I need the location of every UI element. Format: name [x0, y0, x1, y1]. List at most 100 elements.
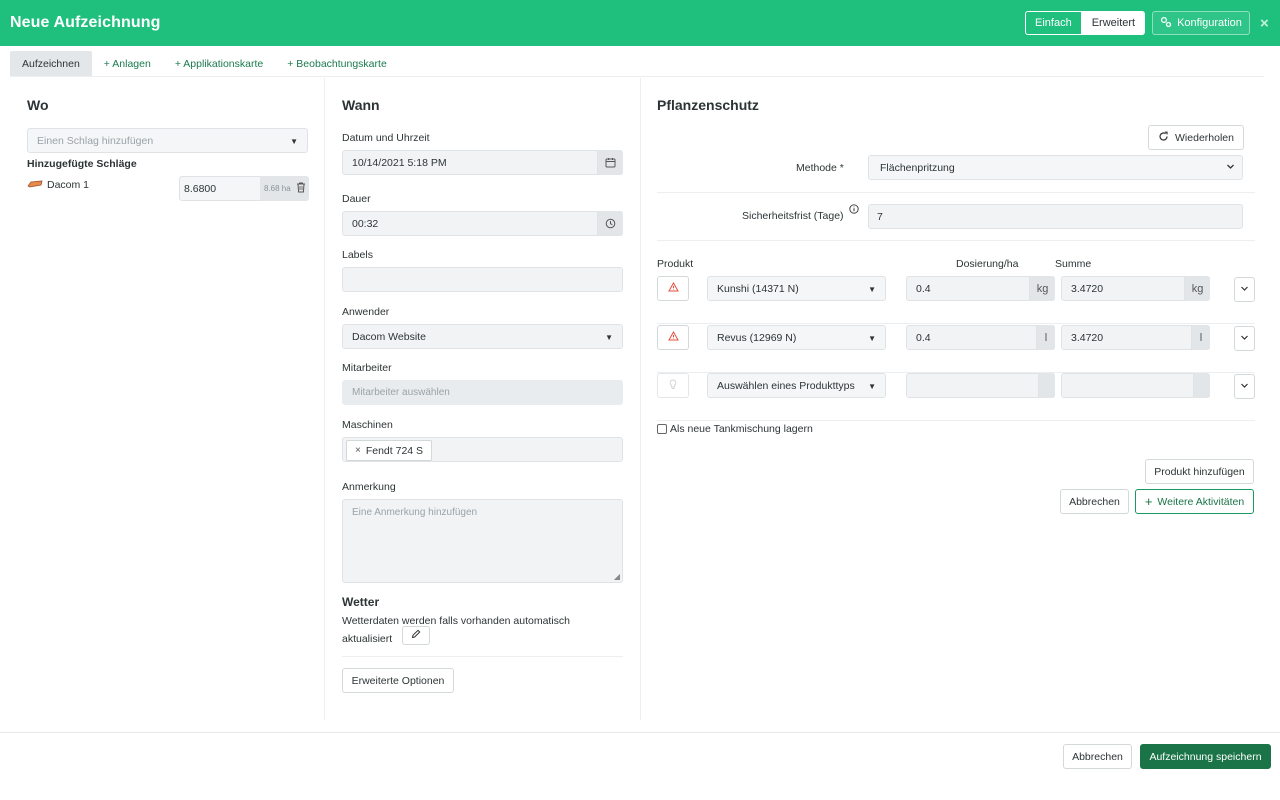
- tab-observation-map[interactable]: + Beobachtungskarte: [275, 51, 399, 77]
- applicant-label: Anwender: [342, 306, 390, 318]
- weather-divider: [342, 656, 623, 657]
- mode-advanced-button[interactable]: Erweitert: [1081, 11, 1146, 35]
- where-column: Wo Einen Schlag hinzufügen ▼ Hinzugefügt…: [10, 78, 325, 720]
- product-row: Kunshi (14371 N) ▼ 0.4 kg 3.4720 kg: [657, 276, 1255, 324]
- machine-chip-label: Fendt 724 S: [365, 444, 424, 457]
- info-icon[interactable]: [849, 204, 859, 217]
- page-title: Neue Aufzeichnung: [10, 14, 161, 31]
- gears-icon: [1160, 16, 1172, 31]
- staff-select[interactable]: Mitarbeiter auswählen: [342, 380, 623, 405]
- product-warning-button[interactable]: [657, 325, 689, 350]
- col-product-header: Produkt: [657, 258, 694, 270]
- dose-input[interactable]: 0.4 kg: [906, 276, 1055, 301]
- close-icon[interactable]: ×: [1260, 15, 1269, 32]
- field-area-unit-addon: 8.68 ha: [260, 176, 309, 201]
- cancel-activity-button[interactable]: Abbrechen: [1060, 489, 1129, 514]
- duration-input[interactable]: 00:32: [342, 211, 623, 236]
- sum-unit: l: [1191, 325, 1210, 350]
- note-placeholder: Eine Anmerkung hinzufügen: [352, 507, 478, 518]
- product-select[interactable]: Auswählen eines Produkttyps ▼: [707, 373, 886, 398]
- tab-application-map[interactable]: + Applikationskarte: [163, 51, 275, 77]
- weather-title: Wetter: [342, 595, 380, 609]
- product-select[interactable]: Kunshi (14371 N) ▼: [707, 276, 886, 301]
- tab-attachments[interactable]: + Anlagen: [92, 51, 163, 77]
- safety-divider: [657, 240, 1255, 241]
- row-expand-button[interactable]: [1234, 326, 1255, 351]
- machine-chip: × Fendt 724 S: [346, 440, 433, 461]
- product-hint-button[interactable]: [657, 373, 689, 398]
- add-product-button[interactable]: Produkt hinzufügen: [1145, 459, 1254, 484]
- added-fields-label: Hinzugefügte Schläge: [27, 158, 137, 170]
- mode-simple-button[interactable]: Einfach: [1025, 11, 1082, 35]
- sum-unit: kg: [1184, 276, 1210, 301]
- applicant-select[interactable]: Dacom Website ▼: [342, 324, 623, 349]
- machines-label: Maschinen: [342, 419, 393, 431]
- more-activities-button[interactable]: + Weitere Aktivitäten: [1135, 489, 1254, 514]
- mode-toggle: Einfach Erweitert: [1025, 11, 1146, 35]
- field-shape-icon: [27, 179, 43, 191]
- note-textarea[interactable]: Eine Anmerkung hinzufügen ◢: [342, 499, 623, 583]
- duration-label: Dauer: [342, 193, 371, 205]
- product-name: Revus (12969 N): [717, 331, 797, 344]
- tab-divider: [10, 76, 1264, 77]
- warning-icon: [667, 330, 679, 344]
- advanced-options-button[interactable]: Erweiterte Optionen: [342, 668, 454, 693]
- datetime-input[interactable]: 10/14/2021 5:18 PM: [342, 150, 623, 175]
- sum-value: 3.4720: [1071, 282, 1104, 295]
- chevron-down-icon: [1240, 284, 1249, 296]
- chevron-down-icon: [1240, 381, 1249, 393]
- field-select-placeholder: Einen Schlag hinzufügen: [37, 134, 154, 147]
- col-sum-header: Summe: [1055, 258, 1092, 270]
- machines-select[interactable]: × Fendt 724 S: [342, 437, 623, 462]
- tank-mix-checkbox[interactable]: [657, 424, 667, 434]
- cancel-button[interactable]: Abbrechen: [1063, 744, 1132, 769]
- sum-input[interactable]: [1061, 373, 1210, 398]
- calendar-icon[interactable]: [597, 150, 623, 175]
- sum-input[interactable]: 3.4720 l: [1061, 325, 1210, 350]
- where-title: Wo: [27, 97, 49, 113]
- row-expand-button[interactable]: [1234, 277, 1255, 302]
- weather-edit-button[interactable]: [402, 626, 430, 645]
- row-expand-button[interactable]: [1234, 374, 1255, 399]
- trash-icon[interactable]: [296, 182, 306, 195]
- when-title: Wann: [342, 97, 380, 113]
- field-area-input[interactable]: 8.6800 8.68 ha: [179, 176, 309, 201]
- dose-unit: [1038, 373, 1055, 398]
- method-value: Flächenpritzung: [880, 161, 955, 174]
- weather-text: Wetterdaten werden falls vorhanden autom…: [342, 615, 571, 645]
- sum-input[interactable]: 3.4720 kg: [1061, 276, 1210, 301]
- dose-unit: l: [1036, 325, 1055, 350]
- dose-unit: kg: [1029, 276, 1055, 301]
- product-row: Revus (12969 N) ▼ 0.4 l 3.4720 l: [657, 325, 1255, 373]
- dose-input[interactable]: 0.4 l: [906, 325, 1055, 350]
- product-select[interactable]: Revus (12969 N) ▼: [707, 325, 886, 350]
- save-record-button[interactable]: Aufzeichnung speichern: [1140, 744, 1271, 769]
- resize-handle-icon[interactable]: ◢: [614, 572, 620, 581]
- method-label: Methode *: [796, 162, 844, 174]
- clock-icon[interactable]: [597, 211, 623, 236]
- labels-input[interactable]: [342, 267, 623, 292]
- method-divider: [657, 192, 1255, 193]
- dose-value: 0.4: [916, 282, 931, 295]
- product-row: Auswählen eines Produkttyps ▼: [657, 373, 1255, 421]
- repeat-button[interactable]: Wiederholen: [1148, 125, 1244, 150]
- dose-input[interactable]: [906, 373, 1055, 398]
- tab-record[interactable]: Aufzeichnen: [10, 51, 92, 77]
- lightbulb-icon: [669, 379, 677, 393]
- field-area-value: 8.6800: [184, 182, 217, 195]
- chip-remove-icon[interactable]: ×: [355, 445, 361, 456]
- safety-period-input[interactable]: 7: [868, 204, 1243, 229]
- product-warning-button[interactable]: [657, 276, 689, 301]
- sum-value: 3.4720: [1071, 331, 1104, 344]
- more-activities-label: Weitere Aktivitäten: [1157, 495, 1245, 508]
- tank-mix-option[interactable]: Als neue Tankmischung lagern: [657, 423, 813, 435]
- datetime-label: Datum und Uhrzeit: [342, 132, 430, 144]
- method-select[interactable]: Flächenpritzung: [868, 155, 1243, 180]
- note-label: Anmerkung: [342, 481, 396, 493]
- duration-value: 00:32: [352, 217, 379, 230]
- product-name: Auswählen eines Produkttyps: [717, 379, 855, 392]
- field-select[interactable]: Einen Schlag hinzufügen ▼: [27, 128, 308, 153]
- sum-unit: [1193, 373, 1210, 398]
- configuration-button[interactable]: Konfiguration: [1152, 11, 1250, 35]
- pencil-icon: [411, 629, 421, 642]
